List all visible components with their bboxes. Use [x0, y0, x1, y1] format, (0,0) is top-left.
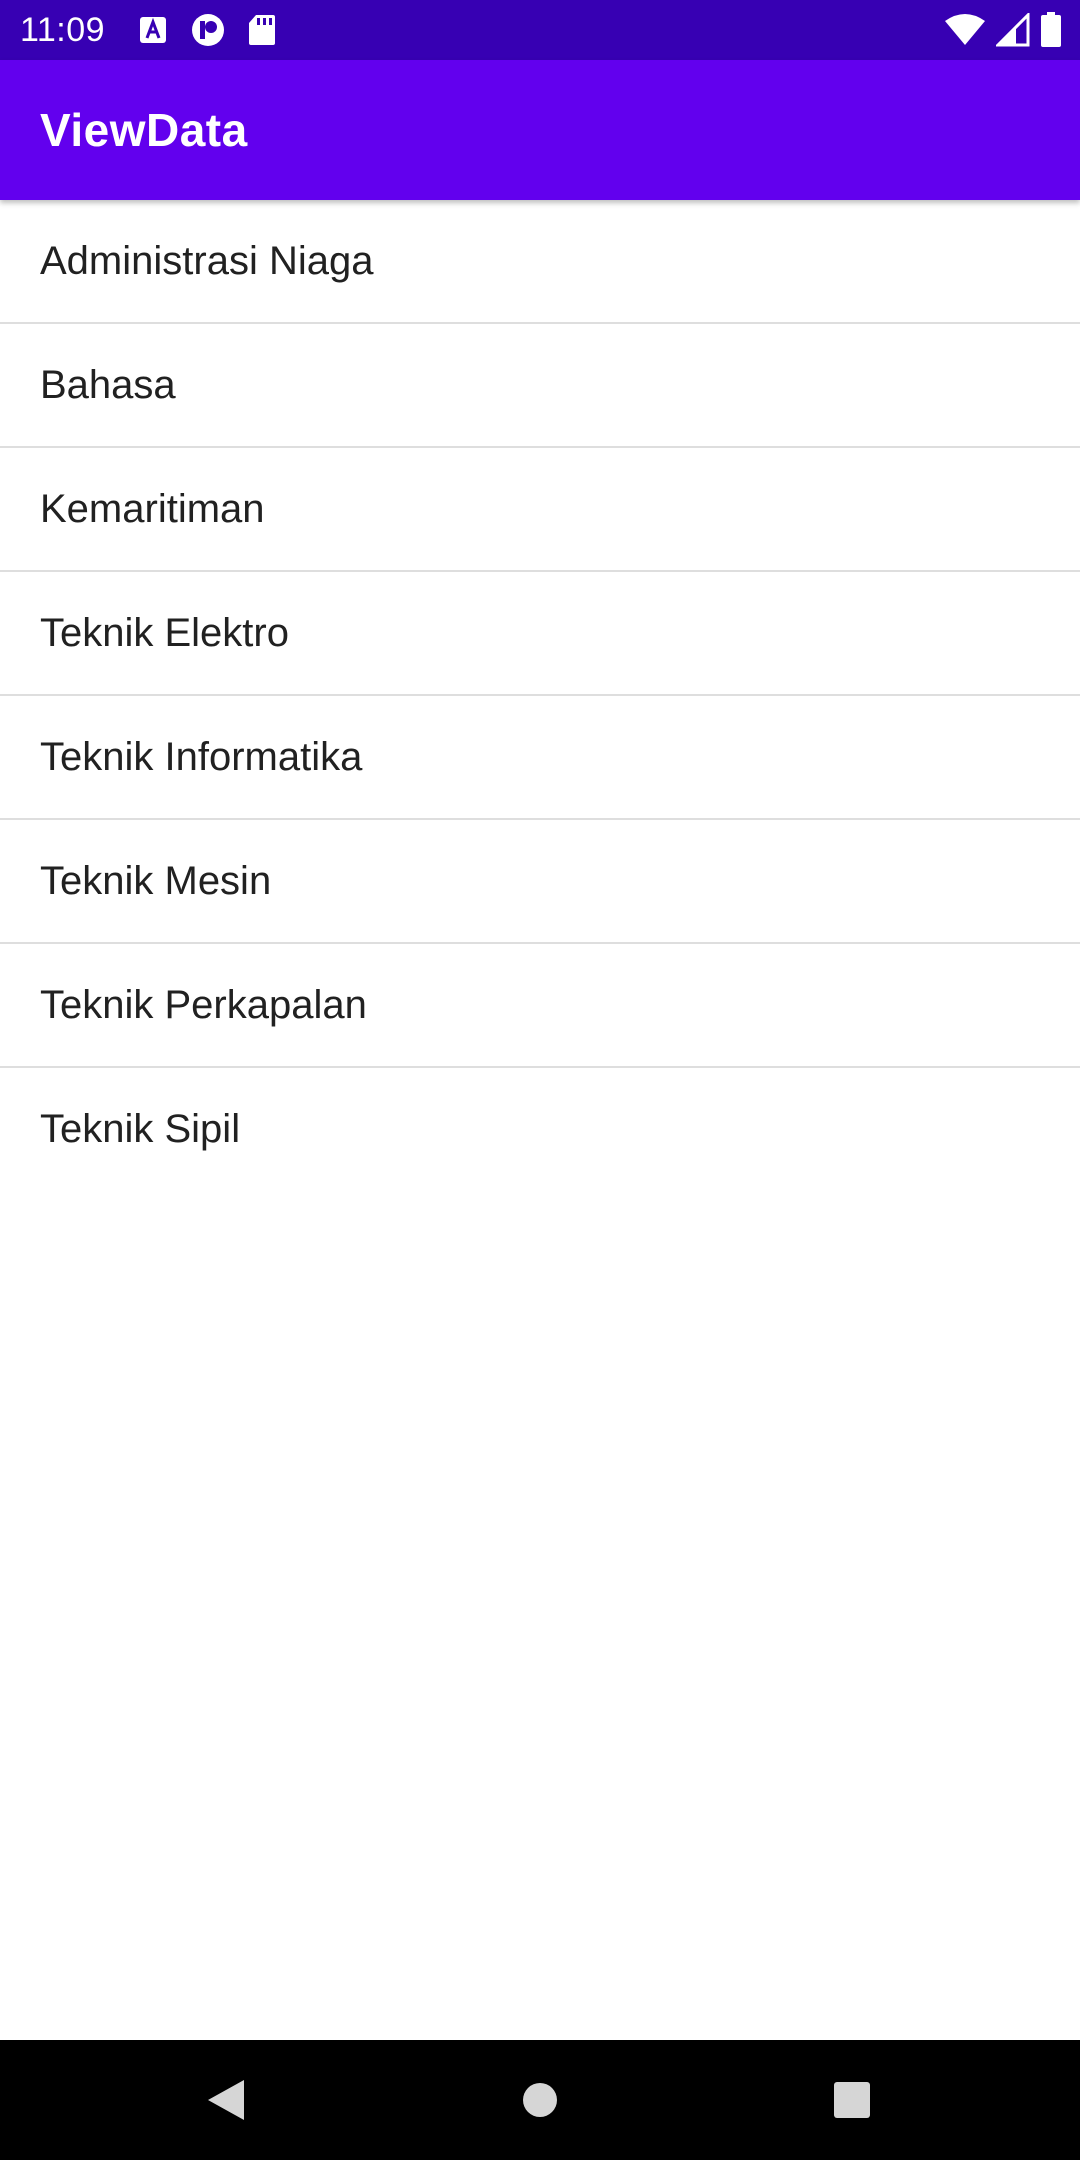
recents-icon [834, 2082, 870, 2118]
wifi-icon [945, 14, 985, 45]
app-title: ViewData [40, 104, 248, 156]
list-item[interactable]: Bahasa [0, 324, 1080, 448]
text-a-icon [140, 17, 166, 43]
list-item[interactable]: Teknik Informatika [0, 696, 1080, 820]
status-system-icons [944, 10, 1062, 50]
status-notification-icons [138, 12, 276, 48]
back-icon [208, 2080, 244, 2120]
list-item[interactable]: Administrasi Niaga [0, 200, 1080, 324]
program-list: Administrasi Niaga Bahasa Kemaritiman Te… [0, 200, 1080, 1190]
record-icon [192, 14, 224, 46]
recents-button[interactable] [792, 2040, 912, 2160]
home-button[interactable] [480, 2040, 600, 2160]
battery-icon [1041, 12, 1061, 47]
home-icon [523, 2083, 557, 2117]
screen: 11:09 ViewData Administrasi Niaga Bahasa… [0, 0, 1080, 2160]
status-bar: 11:09 [0, 0, 1080, 60]
list-item[interactable]: Teknik Perkapalan [0, 944, 1080, 1068]
back-button[interactable] [166, 2040, 286, 2160]
list-item[interactable]: Kemaritiman [0, 448, 1080, 572]
list-item[interactable]: Teknik Elektro [0, 572, 1080, 696]
status-time: 11:09 [20, 11, 106, 49]
list-item[interactable]: Teknik Mesin [0, 820, 1080, 944]
app-bar: ViewData [0, 60, 1080, 200]
cell-signal-icon [996, 13, 1030, 47]
navigation-bar [0, 2040, 1080, 2160]
sd-card-icon [249, 15, 275, 45]
list-item[interactable]: Teknik Sipil [0, 1068, 1080, 1190]
